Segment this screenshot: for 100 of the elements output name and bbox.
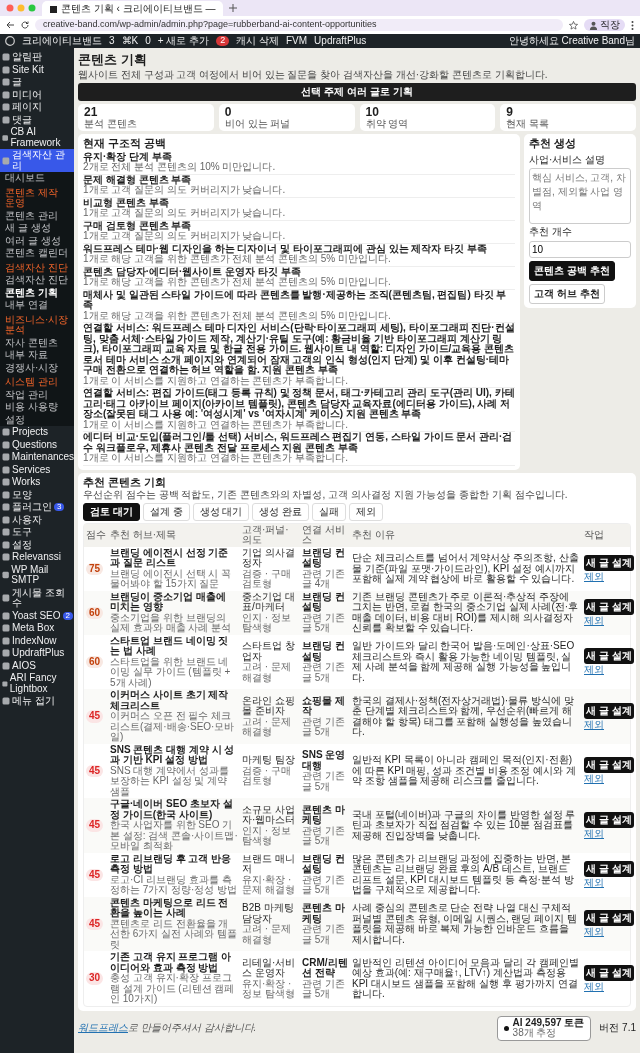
submenu-item[interactable]: 내부 자료 <box>0 349 74 362</box>
design-button[interactable]: 새 글 설계 <box>584 555 634 572</box>
menu-item[interactable]: Relevanssi <box>0 551 74 564</box>
exclude-link[interactable]: 제외 <box>584 774 604 785</box>
menu-item[interactable]: ARI Fancy Lightbox <box>0 672 74 695</box>
menu-item[interactable]: 글 <box>0 76 74 89</box>
browser-tab[interactable]: 콘텐츠 기획 ‹ 크리에이티브밴드 — <box>42 1 224 17</box>
menu-item[interactable]: Works <box>0 476 74 489</box>
menu-item[interactable]: 페이지 <box>0 101 74 114</box>
filter-tab[interactable]: 생성 완료 <box>252 502 310 521</box>
score-badge: 45 <box>86 710 104 723</box>
submenu-item[interactable]: 대시보드 <box>0 172 74 185</box>
exclude-link[interactable]: 제외 <box>584 616 604 627</box>
design-button[interactable]: 새 글 설계 <box>584 702 634 719</box>
gap-title: 연결할 서비스: 편집 가이드(태그 등록 규칙) 및 정책 문서, 태그·카테고리 관리 도구(관리 UI), 카테고리·태그 아카이브 페이지(아카이브 템플릿), 콘텐츠 담당자 교육자료(에디터용 가이드), 사례 저장소(잘못된 태그 사용 예: '여성시계' vs '여자시계' 케이스) 지원 콘텐츠 부족 <box>83 388 515 420</box>
related-count: 관련 기존 글 5개 <box>302 612 346 634</box>
submenu-item[interactable]: 콘텐츠 캘린더 <box>0 247 74 260</box>
topic-title: 기존 고객 유지 프로그램 아이디어와 효과 측정 방법 <box>110 952 233 974</box>
exclude-link[interactable]: 제외 <box>584 878 604 889</box>
related-count: 관련 기존 글 5개 <box>302 662 346 684</box>
submenu-item[interactable]: 새 글 생성 <box>0 222 74 235</box>
menu-label: 페이지 <box>12 102 42 113</box>
menu-item[interactable]: Services <box>0 463 74 476</box>
design-button[interactable]: 새 글 설계 <box>584 599 634 616</box>
description-field[interactable]: 핵심 서비스, 고객, 차별점, 제외할 사업 영역 <box>529 168 631 225</box>
menu-item[interactable]: Site Kit <box>0 63 74 76</box>
generate-button[interactable]: 고객 허브 추천 <box>529 283 605 304</box>
menu-item[interactable]: WP Mail SMTP <box>0 563 74 587</box>
reason-text: 단순 체크리스트를 넘어서 계약서상 주의조항, 산출물 기준(파일 포맷·가이드라인), KPI 설정 예시까지 포함해 실제 계약 협상에 바로 활용할 수 있습니다. <box>352 553 580 585</box>
menu-label: 댓글 <box>12 114 32 125</box>
exclude-link[interactable]: 제외 <box>584 828 604 840</box>
menu-label: Projects <box>12 427 49 438</box>
topic-title: 콘텐츠 마케팅으로 리드 전환을 높이는 사례 <box>110 897 230 919</box>
filter-tab[interactable]: 검토 대기 <box>83 502 140 521</box>
exclude-link[interactable]: 제외 <box>584 927 604 938</box>
menu-item[interactable]: Maintenances <box>0 451 74 464</box>
exclude-link[interactable]: 제외 <box>584 665 604 676</box>
design-button[interactable]: 새 글 설계 <box>584 910 634 927</box>
menu-item[interactable]: Projects <box>0 426 74 439</box>
menu-item[interactable]: IndexNow <box>0 634 74 647</box>
exclude-link[interactable]: 제외 <box>584 719 604 731</box>
design-button[interactable]: 새 글 설계 <box>584 861 634 878</box>
menu-item[interactable]: 미디어 <box>0 88 74 101</box>
comments-link[interactable]: 0 <box>145 35 151 47</box>
gap-description: 1개로 고객 질문의 의도 커버리지가 낮습니다. <box>83 185 287 196</box>
toolbar-link[interactable]: UpdraftPlus <box>314 35 367 47</box>
filter-tab[interactable]: 실패 <box>312 502 347 521</box>
menu-item[interactable]: 설정 <box>0 538 74 551</box>
wordpress-link[interactable]: 워드프레스 <box>78 1022 128 1034</box>
reason-text: 많은 콘텐츠가 리브랜딩 과정에 집중하는 반면, 본 콘텐츠는 리브랜딩 완료 후의 A/B 테스트, 브랜드 리프트 설문, KPI 대시보드 템플릿 등 측정·분석 방법을 구체적으로 제공합니다. <box>352 853 575 896</box>
menu-label: 검색자산 관리 <box>11 150 66 171</box>
submenu-item[interactable]: 내부 연결 <box>0 299 74 312</box>
menu-item[interactable]: UpdraftPlus <box>0 647 74 660</box>
menu-item[interactable]: 검색자산 관리 <box>0 149 74 172</box>
score-badge: 45 <box>86 764 104 778</box>
column-header: 점수 <box>86 530 106 541</box>
service-text: 브랜딩 컨설팅 <box>302 853 346 875</box>
menu-item[interactable]: CB AI Framework <box>0 126 74 149</box>
menu-item[interactable]: Meta Box <box>0 622 74 635</box>
search-link[interactable]: ⌘K <box>121 35 139 47</box>
menu-label: 도구 <box>12 527 32 538</box>
score-badge: 30 <box>86 972 104 985</box>
menu-item[interactable]: 플러그인 3 <box>0 501 74 514</box>
token-count: AI 249,597 토큰 <box>512 1017 585 1029</box>
gap-title: 유지·확장 단계 부족 <box>83 151 172 163</box>
menu-item[interactable]: 댓글 <box>0 113 74 126</box>
filter-tab[interactable]: 설계 중 <box>142 502 190 521</box>
updates-link[interactable]: 3 <box>109 35 115 47</box>
menu-item[interactable]: 도구 <box>0 526 74 539</box>
submenu-item[interactable]: 검색자산 진단 <box>0 274 74 287</box>
filter-tab[interactable]: 생성 대기 <box>192 502 250 521</box>
menu-item[interactable]: Yoast SEO 2 <box>0 609 74 622</box>
profile-button[interactable]: 직장 <box>584 18 625 32</box>
plan-button[interactable]: 선택 주제 여러 글로 기획 <box>78 83 636 102</box>
address-bar[interactable]: creative-band.com/wp-admin/admin.php?page=rubberband-ai-content-opportunities <box>35 19 563 31</box>
count-field[interactable]: 10 <box>529 240 631 258</box>
submenu-item[interactable]: 비용 사용량 <box>0 401 74 414</box>
menu-label: UpdraftPlus <box>12 648 65 659</box>
design-button[interactable]: 새 글 설계 <box>584 648 634 665</box>
page-description: 웹사이트 전체 구성과 고객 여정에서 비어 있는 질문을 찾아 검색자산을 개선·강화할 콘텐츠로 기획합니다. <box>78 69 549 81</box>
site-link[interactable]: 크리에이티브밴드 <box>22 35 102 47</box>
design-button[interactable]: 새 글 설계 <box>584 811 634 828</box>
greeting-link[interactable]: 안녕하세요 Creative Band님 <box>508 35 635 47</box>
new-link[interactable]: + 새로 추가 <box>157 35 210 47</box>
menu-item[interactable]: 모양 <box>0 488 74 501</box>
menu-item[interactable]: 게시물 조회수 <box>0 586 74 610</box>
generate-button[interactable]: 콘텐츠 공백 추천 <box>529 260 615 281</box>
filter-tab[interactable]: 제외 <box>349 502 384 521</box>
exclude-link[interactable]: 제외 <box>584 572 604 583</box>
menu-item[interactable]: 사용자 <box>0 513 74 526</box>
toolbar-link[interactable]: 캐시 삭제 <box>236 35 279 47</box>
menu-item[interactable]: Questions <box>0 438 74 451</box>
exclude-link[interactable]: 제외 <box>584 981 604 993</box>
menu-item[interactable]: 메뉴 접기 <box>0 695 74 708</box>
footer-text: 워드프레스로 만들어주셔서 감사합니다. <box>78 1023 258 1034</box>
design-button[interactable]: 새 글 설계 <box>584 757 634 774</box>
toolbar-link[interactable]: FVM <box>286 35 308 47</box>
menu-item[interactable]: AIOS <box>0 659 74 672</box>
design-button[interactable]: 새 글 설계 <box>584 964 634 981</box>
menu-item[interactable]: 알림판 <box>0 51 74 64</box>
